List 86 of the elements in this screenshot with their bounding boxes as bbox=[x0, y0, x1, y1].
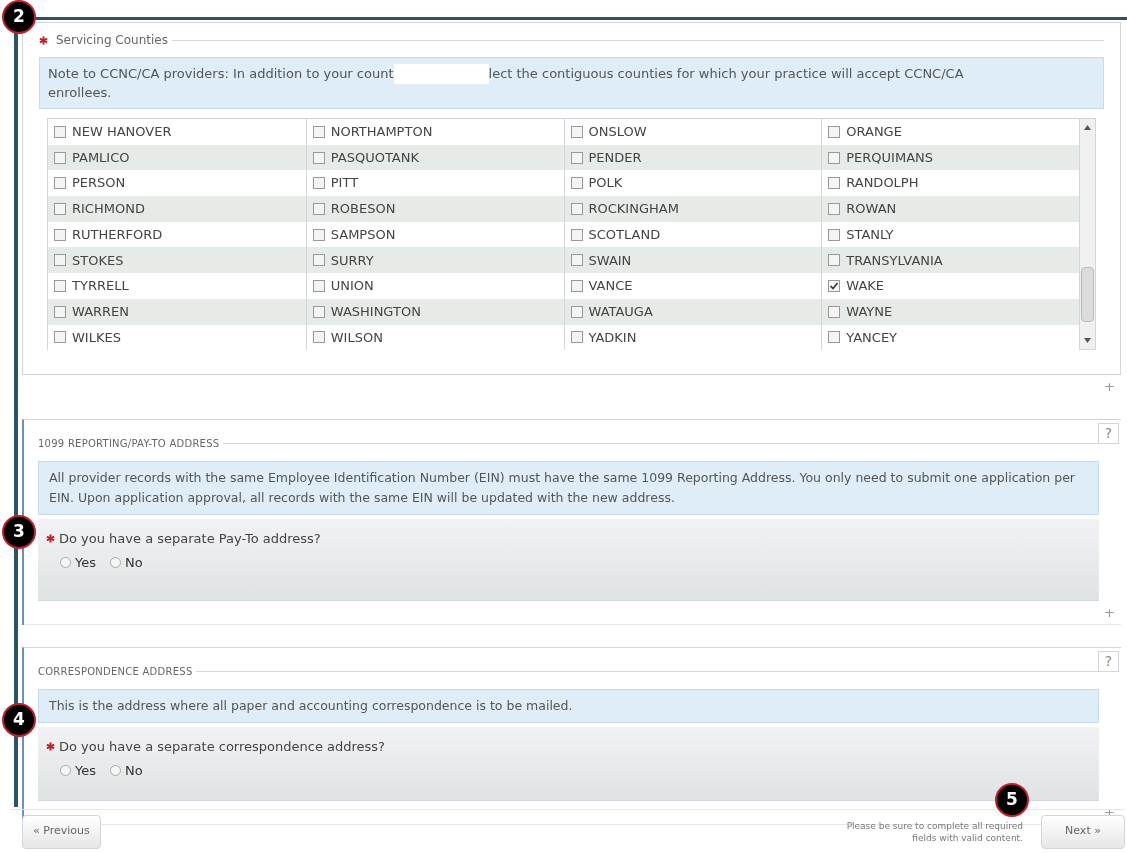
step-marker: 3 bbox=[2, 515, 36, 549]
county-checkbox[interactable]: TRANSYLVANIA bbox=[821, 247, 1079, 274]
next-button[interactable]: Next » bbox=[1041, 814, 1125, 849]
checkbox[interactable] bbox=[570, 279, 583, 292]
checkbox[interactable] bbox=[54, 279, 66, 292]
radio-option[interactable]: No bbox=[110, 760, 143, 780]
county-checkbox[interactable]: PAMLICO bbox=[48, 144, 306, 171]
info-note: This is the address where all paper and accounting correspondence is to be mailed. bbox=[38, 689, 1099, 723]
radio-option[interactable]: Yes bbox=[60, 552, 96, 572]
help-button[interactable]: ? bbox=[1098, 651, 1119, 672]
checkbox[interactable] bbox=[54, 331, 66, 344]
checkbox[interactable] bbox=[570, 331, 583, 344]
county-checkbox[interactable]: SURRY bbox=[305, 247, 564, 274]
checkbox[interactable] bbox=[312, 305, 325, 318]
county-checkbox[interactable]: PERQUIMANS bbox=[821, 144, 1079, 171]
validation-message: Please be sure to complete all required fields with valid content. bbox=[845, 819, 1023, 844]
checkbox[interactable] bbox=[828, 125, 841, 138]
county-checkbox[interactable]: WASHINGTON bbox=[305, 298, 564, 325]
checkbox[interactable] bbox=[54, 202, 66, 215]
checkbox[interactable] bbox=[828, 305, 841, 318]
checkbox[interactable] bbox=[312, 254, 325, 267]
checkbox[interactable] bbox=[570, 125, 583, 138]
county-checkbox[interactable]: RICHMOND bbox=[48, 196, 306, 222]
step-marker: 2 bbox=[2, 0, 36, 34]
checkbox[interactable] bbox=[54, 125, 66, 138]
checkbox[interactable] bbox=[828, 228, 841, 241]
county-checkbox[interactable]: YADKIN bbox=[563, 324, 822, 351]
county-checkbox[interactable]: PASQUOTANK bbox=[305, 144, 564, 171]
county-checkbox[interactable]: WILSON bbox=[305, 324, 564, 351]
checkbox[interactable] bbox=[54, 305, 66, 318]
previous-button[interactable]: « Previous bbox=[22, 814, 101, 849]
note-text: enrollees. bbox=[48, 84, 113, 102]
checkbox[interactable] bbox=[570, 254, 583, 267]
checkbox[interactable] bbox=[54, 151, 66, 164]
question-label: Do you have a separate Pay-To address? bbox=[59, 530, 321, 548]
county-checkbox[interactable]: ROWAN bbox=[821, 196, 1079, 222]
radio-button[interactable] bbox=[60, 556, 71, 568]
radio-button[interactable] bbox=[60, 764, 71, 776]
county-checkbox[interactable]: ROBESON bbox=[305, 196, 564, 222]
scroll-down-icon[interactable] bbox=[1084, 338, 1091, 343]
radio-button[interactable] bbox=[110, 556, 121, 568]
checkbox[interactable] bbox=[828, 177, 841, 190]
county-checkbox[interactable]: WARREN bbox=[48, 298, 306, 325]
help-button[interactable]: ? bbox=[1098, 423, 1119, 444]
county-checkbox[interactable]: SWAIN bbox=[563, 247, 822, 274]
checkbox[interactable] bbox=[312, 228, 325, 241]
radio-option[interactable]: No bbox=[110, 552, 143, 572]
checkbox[interactable] bbox=[54, 228, 66, 241]
checkbox[interactable] bbox=[828, 202, 841, 215]
step-marker: 4 bbox=[2, 703, 36, 737]
checkbox[interactable] bbox=[312, 202, 325, 215]
scrollbar[interactable] bbox=[1079, 119, 1095, 349]
check-icon bbox=[829, 280, 840, 291]
scrollbar-thumb[interactable] bbox=[1081, 267, 1094, 322]
checkbox[interactable] bbox=[570, 177, 583, 190]
county-checkbox[interactable]: WAYNE bbox=[821, 298, 1079, 325]
checkbox[interactable] bbox=[312, 177, 325, 190]
section-legend: 1099 REPORTING/PAY-TO ADDRESS bbox=[38, 436, 220, 451]
note-text: lect the contiguous counties for which your practice will accept CCNC/CA bbox=[488, 65, 964, 83]
checkbox[interactable] bbox=[828, 254, 841, 267]
section-legend: CORRESPONDENCE ADDRESS bbox=[38, 664, 193, 679]
checkbox[interactable] bbox=[570, 228, 583, 241]
checkbox[interactable] bbox=[570, 151, 583, 164]
section-legend: Servicing Counties bbox=[56, 31, 168, 49]
checkbox[interactable] bbox=[312, 331, 325, 344]
county-checkbox[interactable]: WATAUGA bbox=[563, 298, 822, 325]
note-text: Note to CCNC/CA providers: In addition to your count bbox=[48, 65, 394, 83]
checkbox[interactable] bbox=[312, 125, 325, 138]
checkbox[interactable] bbox=[570, 202, 583, 215]
question-label: Do you have a separate correspondence address? bbox=[59, 738, 385, 756]
checkbox[interactable] bbox=[828, 279, 841, 292]
county-checkbox[interactable]: YANCEY bbox=[821, 324, 1079, 351]
checkbox[interactable] bbox=[828, 151, 841, 164]
checkbox[interactable] bbox=[570, 305, 583, 318]
county-checkbox[interactable]: STOKES bbox=[48, 247, 306, 274]
radio-button[interactable] bbox=[110, 764, 121, 776]
info-note: All provider records with the same Employee Identification Number (EIN) must have the same 1099 Reporting Address. You only need to submit one application per EIN. Upon application approval, all records with the same EIN will be updated with the new address. bbox=[38, 461, 1099, 515]
county-checkbox[interactable]: PENDER bbox=[563, 144, 822, 171]
scroll-up-icon[interactable] bbox=[1084, 125, 1091, 130]
checkbox[interactable] bbox=[828, 331, 841, 344]
radio-option[interactable]: Yes bbox=[60, 760, 96, 780]
county-checkbox[interactable]: ROCKINGHAM bbox=[563, 196, 822, 222]
checkbox[interactable] bbox=[54, 254, 66, 267]
checkbox[interactable] bbox=[54, 177, 66, 190]
checkbox[interactable] bbox=[312, 151, 325, 164]
checkbox[interactable] bbox=[312, 279, 325, 292]
